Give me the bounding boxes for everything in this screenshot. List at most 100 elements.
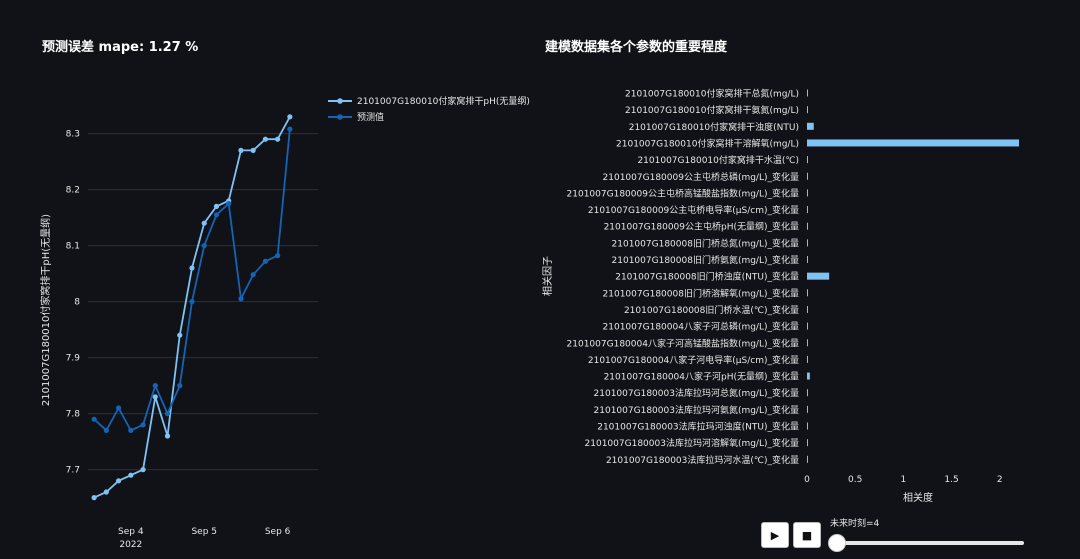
y-tick-label: 8 xyxy=(74,298,80,308)
bar-category-label: 2101007G180009公主屯桥电导率(μS/cm)_变化量 xyxy=(588,204,799,216)
y-tick-label: 8.1 xyxy=(66,242,80,252)
series-0-point xyxy=(262,136,268,142)
bar-category-label: 2101007G180008旧门桥溶解氧(mg/L)_变化量 xyxy=(603,287,799,299)
bar-category-label: 2101007G180010付家窝排干溶解氧(mg/L) xyxy=(616,137,799,149)
y-tick-label: 7.9 xyxy=(66,354,81,364)
bar-5 xyxy=(807,172,808,180)
bar-22 xyxy=(807,455,808,463)
bar-category-label: 2101007G180008旧门桥总氮(mg/L)_变化量 xyxy=(612,237,799,249)
legend-label-0: 2101007G180010付家窝排干pH(无量纲) xyxy=(357,95,530,107)
bar-category-label: 2101007G180009公主屯桥高锰酸盐指数(mg/L)_变化量 xyxy=(567,187,799,199)
bar-x-tick-label: 2 xyxy=(997,475,1003,485)
bar-14 xyxy=(807,322,808,330)
bar-category-label: 2101007G180003法库拉玛河氨氮(mg/L)_变化量 xyxy=(594,404,799,416)
bar-3 xyxy=(807,139,1019,147)
slider-label: 未来时刻=4 xyxy=(830,519,880,529)
bar-x-tick-label: 1.5 xyxy=(944,475,958,485)
bar-category-label: 2101007G180003法库拉玛河溶解氧(mg/L)_变化量 xyxy=(585,437,799,449)
bar-category-label: 2101007G180010付家窝排干氨氮(mg/L) xyxy=(625,104,799,116)
bar-category-label: 2101007G180004八家子河pH(无量纲)_变化量 xyxy=(604,371,799,383)
bar-13 xyxy=(807,305,808,313)
bar-0 xyxy=(807,89,808,97)
bar-x-tick-label: 1 xyxy=(900,475,906,485)
bar-16 xyxy=(807,355,808,363)
series-0-point xyxy=(287,114,293,120)
series-1-point xyxy=(152,383,158,389)
bar-4 xyxy=(807,156,808,164)
series-1-point xyxy=(275,253,281,259)
series-1-point xyxy=(91,416,97,422)
bar-x-axis-title: 相关度 xyxy=(903,491,933,504)
series-1-point xyxy=(103,427,109,433)
series-1-point xyxy=(140,422,146,428)
bar-category-label: 2101007G180004八家子河电导率(μS/cm)_变化量 xyxy=(588,354,799,366)
series-1-point xyxy=(213,212,220,218)
x-tick-label: Sep 5 xyxy=(191,527,217,537)
bar-17 xyxy=(807,372,810,380)
bar-11 xyxy=(807,272,830,280)
line-y-axis-title: 2101007G180010付家窝排干pH(无量纲) xyxy=(39,214,52,406)
x-tick-sublabel: 2022 xyxy=(119,540,142,550)
series-0-point xyxy=(250,147,256,153)
series-1-point xyxy=(177,383,183,389)
bar-6 xyxy=(807,189,808,197)
series-1-point xyxy=(128,427,134,433)
bar-category-label: 2101007G180008旧门桥浊度(NTU)_变化量 xyxy=(615,271,799,283)
bar-category-label: 2101007G180010付家窝排干总氮(mg/L) xyxy=(625,88,799,100)
bar-12 xyxy=(807,289,808,297)
series-0-point xyxy=(91,495,97,501)
series-line-1 xyxy=(93,129,291,432)
legend-swatch-marker-1 xyxy=(337,114,343,120)
series-0-point xyxy=(164,433,171,439)
slider-handle[interactable] xyxy=(828,534,846,552)
x-tick-label: Sep 4 xyxy=(118,527,144,537)
series-1-point xyxy=(115,405,122,411)
bar-2 xyxy=(807,122,814,130)
bar-category-label: 2101007G180010付家窝排干水温(℃) xyxy=(637,154,799,166)
series-1-point xyxy=(189,299,195,305)
series-0-point xyxy=(115,478,122,484)
series-0-point xyxy=(213,203,220,209)
series-1-point xyxy=(201,243,207,249)
series-0-point xyxy=(128,472,134,478)
bar-y-axis-title: 相关因子 xyxy=(541,256,554,296)
play-button[interactable]: ▶ xyxy=(761,522,789,548)
bar-category-label: 2101007G180010付家窝排干浊度(NTU) xyxy=(629,121,799,133)
bar-category-label: 2101007G180009公主屯桥pH(无量纲)_变化量 xyxy=(604,221,799,233)
series-0-point xyxy=(152,394,158,400)
bar-category-label: 2101007G180004八家子河总磷(mg/L)_变化量 xyxy=(603,321,799,333)
legend-swatch-marker-0 xyxy=(337,98,343,104)
bar-7 xyxy=(807,206,808,214)
bar-21 xyxy=(807,439,808,447)
series-1-point xyxy=(287,126,293,132)
bar-18 xyxy=(807,389,808,397)
series-1-point xyxy=(238,296,244,302)
bar-15 xyxy=(807,339,808,347)
x-tick-label: Sep 6 xyxy=(265,527,291,537)
series-0-point xyxy=(238,147,244,153)
series-0-point xyxy=(201,220,207,226)
bar-20 xyxy=(807,422,808,430)
bar-category-label: 2101007G180003法库拉玛河水温(℃)_变化量 xyxy=(606,454,799,466)
bar-category-label: 2101007G180004八家子河高锰酸盐指数(mg/L)_变化量 xyxy=(567,337,799,349)
y-tick-label: 7.8 xyxy=(66,410,81,420)
legend-label-1: 预测值 xyxy=(357,111,384,123)
bar-10 xyxy=(807,256,808,263)
bar-x-tick-label: 0.5 xyxy=(848,475,862,485)
series-1-point xyxy=(250,272,256,278)
bar-category-label: 2101007G180009公主屯桥总磷(mg/L)_变化量 xyxy=(603,171,799,183)
bar-category-label: 2101007G180003法库拉玛河总氮(mg/L)_变化量 xyxy=(594,387,799,399)
y-tick-label: 8.2 xyxy=(66,186,80,196)
bar-1 xyxy=(807,106,808,114)
stop-button[interactable]: ■ xyxy=(793,522,821,548)
bar-category-label: 2101007G180008旧门桥氨氮(mg/L)_变化量 xyxy=(612,254,799,266)
bar-x-tick-label: 0 xyxy=(804,475,810,485)
slider-track[interactable] xyxy=(836,541,1024,545)
bar-category-label: 2101007G180008旧门桥水温(℃)_变化量 xyxy=(624,304,799,316)
y-tick-label: 7.7 xyxy=(66,466,80,476)
series-0-point xyxy=(103,489,109,495)
series-1-point xyxy=(164,411,171,417)
series-0-point xyxy=(275,136,281,142)
bar-9 xyxy=(807,239,808,247)
series-1-point xyxy=(262,258,268,264)
